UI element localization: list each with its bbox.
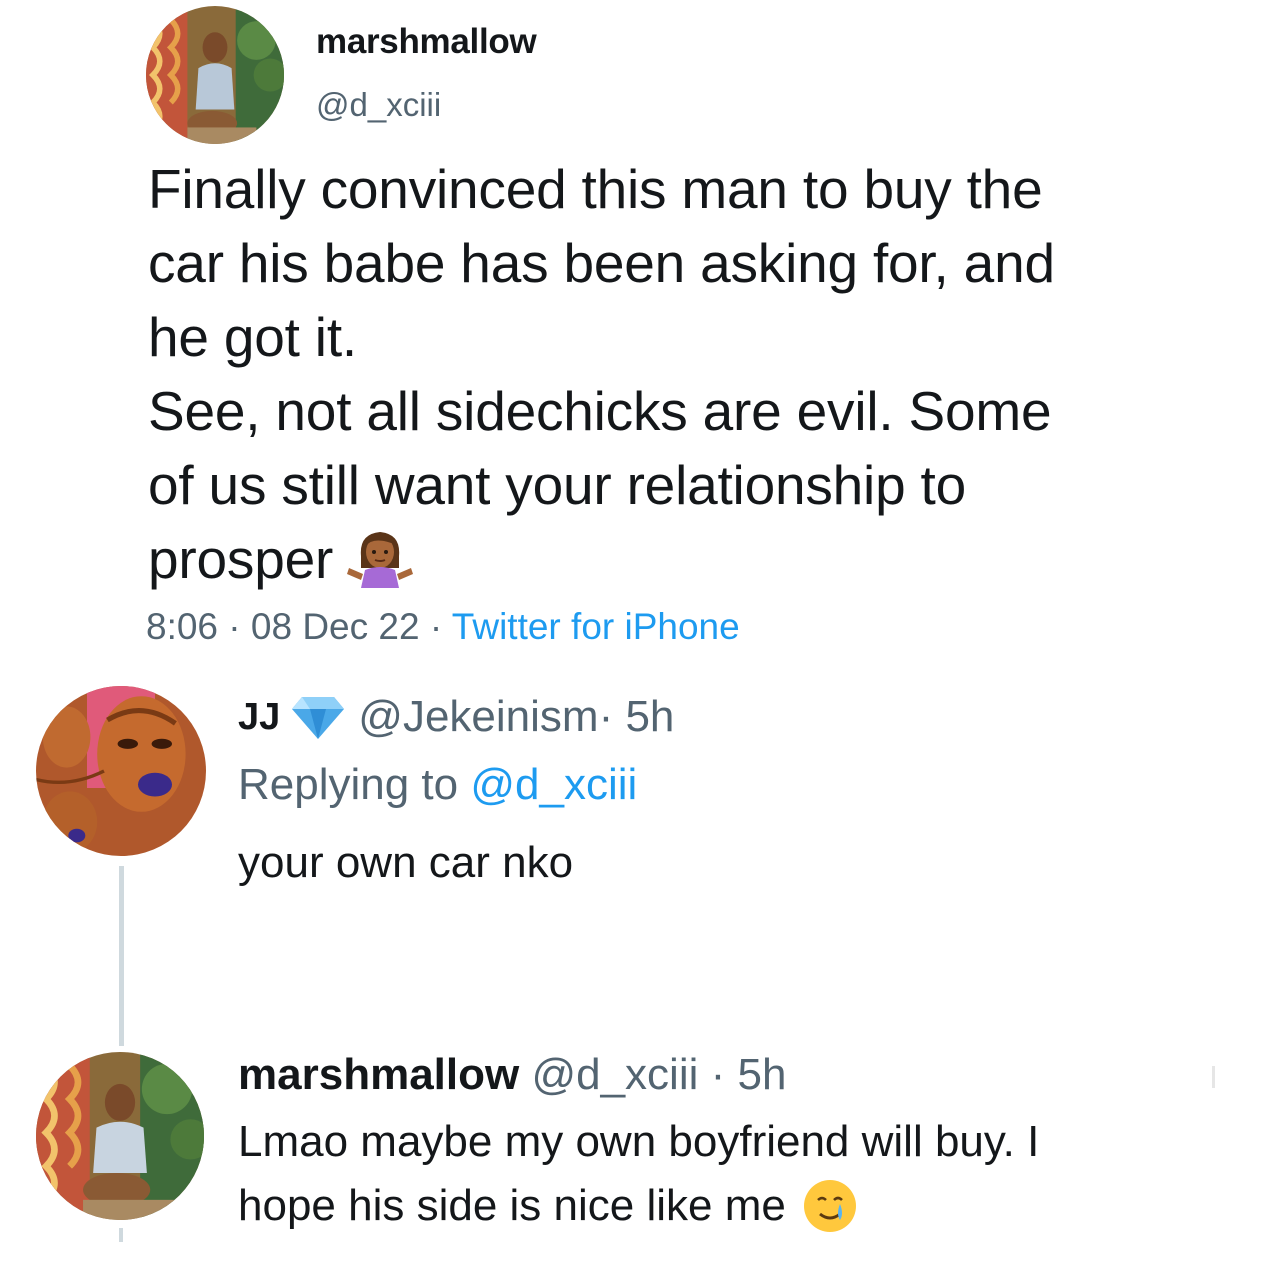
reply-2-avatar[interactable] xyxy=(36,1052,204,1220)
reply-1-handle[interactable]: @Jekeinism xyxy=(358,692,598,742)
reply-2-handle[interactable]: @d_xciii xyxy=(519,1050,698,1099)
tweet-text-line-last: prosper xyxy=(148,522,1148,606)
reply-2-header: marshmallow @d_xciii · 5h xyxy=(238,1050,786,1100)
smiling-face-with-tear-icon xyxy=(802,1178,858,1252)
replying-to-mention-link[interactable]: @d_xciii xyxy=(470,760,637,809)
tweet-text-line: prosper xyxy=(148,528,334,590)
reply-text-line: Lmao maybe my own boyfriend will buy. I xyxy=(238,1117,1040,1166)
reply-1-replying-to: Replying to @d_xciii xyxy=(238,760,637,810)
blue-diamond-icon xyxy=(292,695,345,739)
reply-2-display-name[interactable]: marshmallow xyxy=(238,1050,519,1099)
reply-2-text: Lmao maybe my own boyfriend will buy. I … xyxy=(238,1110,1238,1252)
tweet-text-line: Finally convinced this man to buy the xyxy=(148,158,1043,220)
main-tweet-meta: 8:06 · 08 Dec 22 · Twitter for iPhone xyxy=(146,606,740,644)
main-tweet-avatar[interactable] xyxy=(146,6,284,144)
replying-to-label: Replying to xyxy=(238,760,471,809)
profile-photo-icon xyxy=(36,1052,204,1220)
main-tweet-display-name[interactable]: marshmallow xyxy=(316,22,537,62)
reply-1-display-name[interactable]: JJ xyxy=(238,696,280,739)
reply-1-age[interactable]: · 5h xyxy=(599,692,675,742)
tweet-time[interactable]: 8:06 xyxy=(146,606,218,644)
person-shrugging-icon xyxy=(347,522,414,606)
tweet-text-line: See, not all sidechicks are evil. Some xyxy=(148,380,1052,442)
reply-2-age[interactable]: · 5h xyxy=(698,1050,787,1099)
tweet-date[interactable]: 08 Dec 22 xyxy=(251,606,420,644)
main-tweet-handle[interactable]: @d_xciii xyxy=(316,86,441,124)
reply-text-line-last: hope his side is nice like me xyxy=(238,1174,1238,1252)
reply-1-avatar[interactable] xyxy=(36,686,206,856)
tweet-text-line: he got it. xyxy=(148,306,357,368)
meta-separator: · xyxy=(419,606,452,644)
profile-artwork-icon xyxy=(36,686,206,856)
meta-separator: · xyxy=(218,606,251,644)
thread-connector-line xyxy=(119,866,124,1046)
tweet-source-link[interactable]: Twitter for iPhone xyxy=(452,606,740,644)
main-tweet-text: Finally convinced this man to buy the ca… xyxy=(148,152,1148,606)
reply-1-text: your own car nko xyxy=(238,838,574,887)
more-options-icon[interactable] xyxy=(1212,1066,1215,1088)
reply-text-line: hope his side is nice like me xyxy=(238,1181,786,1230)
tweet-text-line: car his babe has been asking for, and xyxy=(148,232,1055,294)
reply-1-header: JJ @Jekeinism · 5h xyxy=(238,692,674,742)
tweet-text-line: of us still want your relationship to xyxy=(148,454,967,516)
profile-photo-icon xyxy=(146,6,284,144)
thread-connector-line-bottom xyxy=(119,1228,123,1242)
